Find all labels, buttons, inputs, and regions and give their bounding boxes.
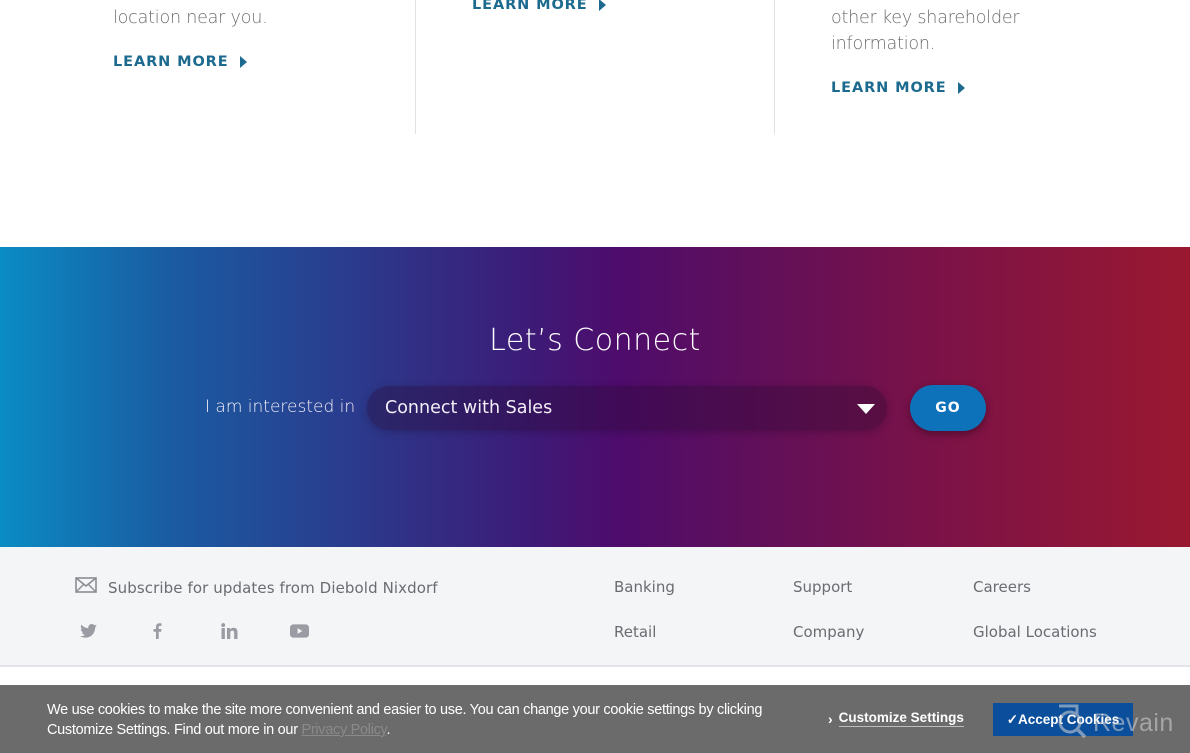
customize-settings-button[interactable]: › Customize Settings [828, 710, 964, 727]
accept-cookies-button[interactable]: ✓Accept Cookies [993, 703, 1133, 736]
twitter-link[interactable] [78, 623, 98, 643]
caret-down-icon [857, 404, 875, 414]
card-2-learn-more-link[interactable]: LEARN MORE [472, 0, 606, 13]
footer-link-company[interactable]: Company [793, 623, 864, 641]
facebook-icon [153, 622, 162, 644]
card-1-text-line: location near you. [113, 8, 268, 28]
cookie-consent-bar: We use cookies to make the site more con… [0, 685, 1190, 753]
go-button[interactable]: GO [910, 385, 986, 431]
twitter-icon [79, 623, 97, 643]
chevron-right-icon: › [828, 710, 833, 727]
learn-more-label: LEARN MORE [831, 80, 947, 96]
subscribe-link[interactable]: Subscribe for updates from Diebold Nixdo… [75, 577, 438, 598]
cookie-message-line: Customize Settings. Find out more in our… [47, 720, 787, 740]
cookie-message-text: Customize Settings. Find out more in our [47, 722, 302, 738]
learn-more-label: LEARN MORE [113, 54, 229, 70]
interest-select[interactable]: Connect with Sales [367, 386, 887, 430]
interest-label: I am interested in [205, 397, 356, 417]
envelope-icon [75, 577, 97, 598]
column-divider [415, 0, 416, 134]
lets-connect-section: Let’s Connect I am interested in Connect… [0, 247, 1190, 547]
subscribe-label: Subscribe for updates from Diebold Nixdo… [108, 578, 438, 597]
cookie-message-line: We use cookies to make the site more con… [47, 702, 763, 718]
caret-right-icon [239, 56, 247, 68]
linkedin-icon [220, 622, 238, 644]
cookie-message-text: . [386, 722, 391, 738]
connect-title: Let’s Connect [489, 323, 701, 358]
card-3-learn-more-link[interactable]: LEARN MORE [831, 80, 965, 96]
card-1-description: location near you. [113, 5, 268, 31]
footer-link-banking[interactable]: Banking [614, 578, 675, 596]
footer-link-global-locations[interactable]: Global Locations [973, 623, 1097, 641]
footer-link-careers[interactable]: Careers [973, 578, 1031, 596]
facebook-link[interactable] [147, 622, 167, 644]
youtube-icon [289, 623, 309, 643]
linkedin-link[interactable] [219, 622, 239, 644]
caret-right-icon [598, 0, 606, 11]
footer-link-support[interactable]: Support [793, 578, 852, 596]
feature-cards-section: location near you. LEARN MORE LEARN MORE… [0, 0, 1190, 247]
interest-select-value: Connect with Sales [385, 398, 553, 418]
caret-right-icon [957, 82, 965, 94]
learn-more-label: LEARN MORE [472, 0, 588, 13]
cookie-message: We use cookies to make the site more con… [47, 700, 787, 740]
column-divider [774, 0, 775, 134]
card-3-text-line: other key shareholder [831, 8, 1020, 28]
youtube-link[interactable] [289, 623, 309, 643]
privacy-policy-link[interactable]: Privacy Policy [301, 722, 386, 738]
site-footer: Subscribe for updates from Diebold Nixdo… [0, 547, 1190, 667]
card-1-learn-more-link[interactable]: LEARN MORE [113, 54, 247, 70]
footer-link-retail[interactable]: Retail [614, 623, 656, 641]
card-3-description: other key shareholder information. [831, 5, 1020, 57]
card-3-text-line: information. [831, 34, 936, 54]
customize-settings-label: Customize Settings [838, 710, 964, 727]
